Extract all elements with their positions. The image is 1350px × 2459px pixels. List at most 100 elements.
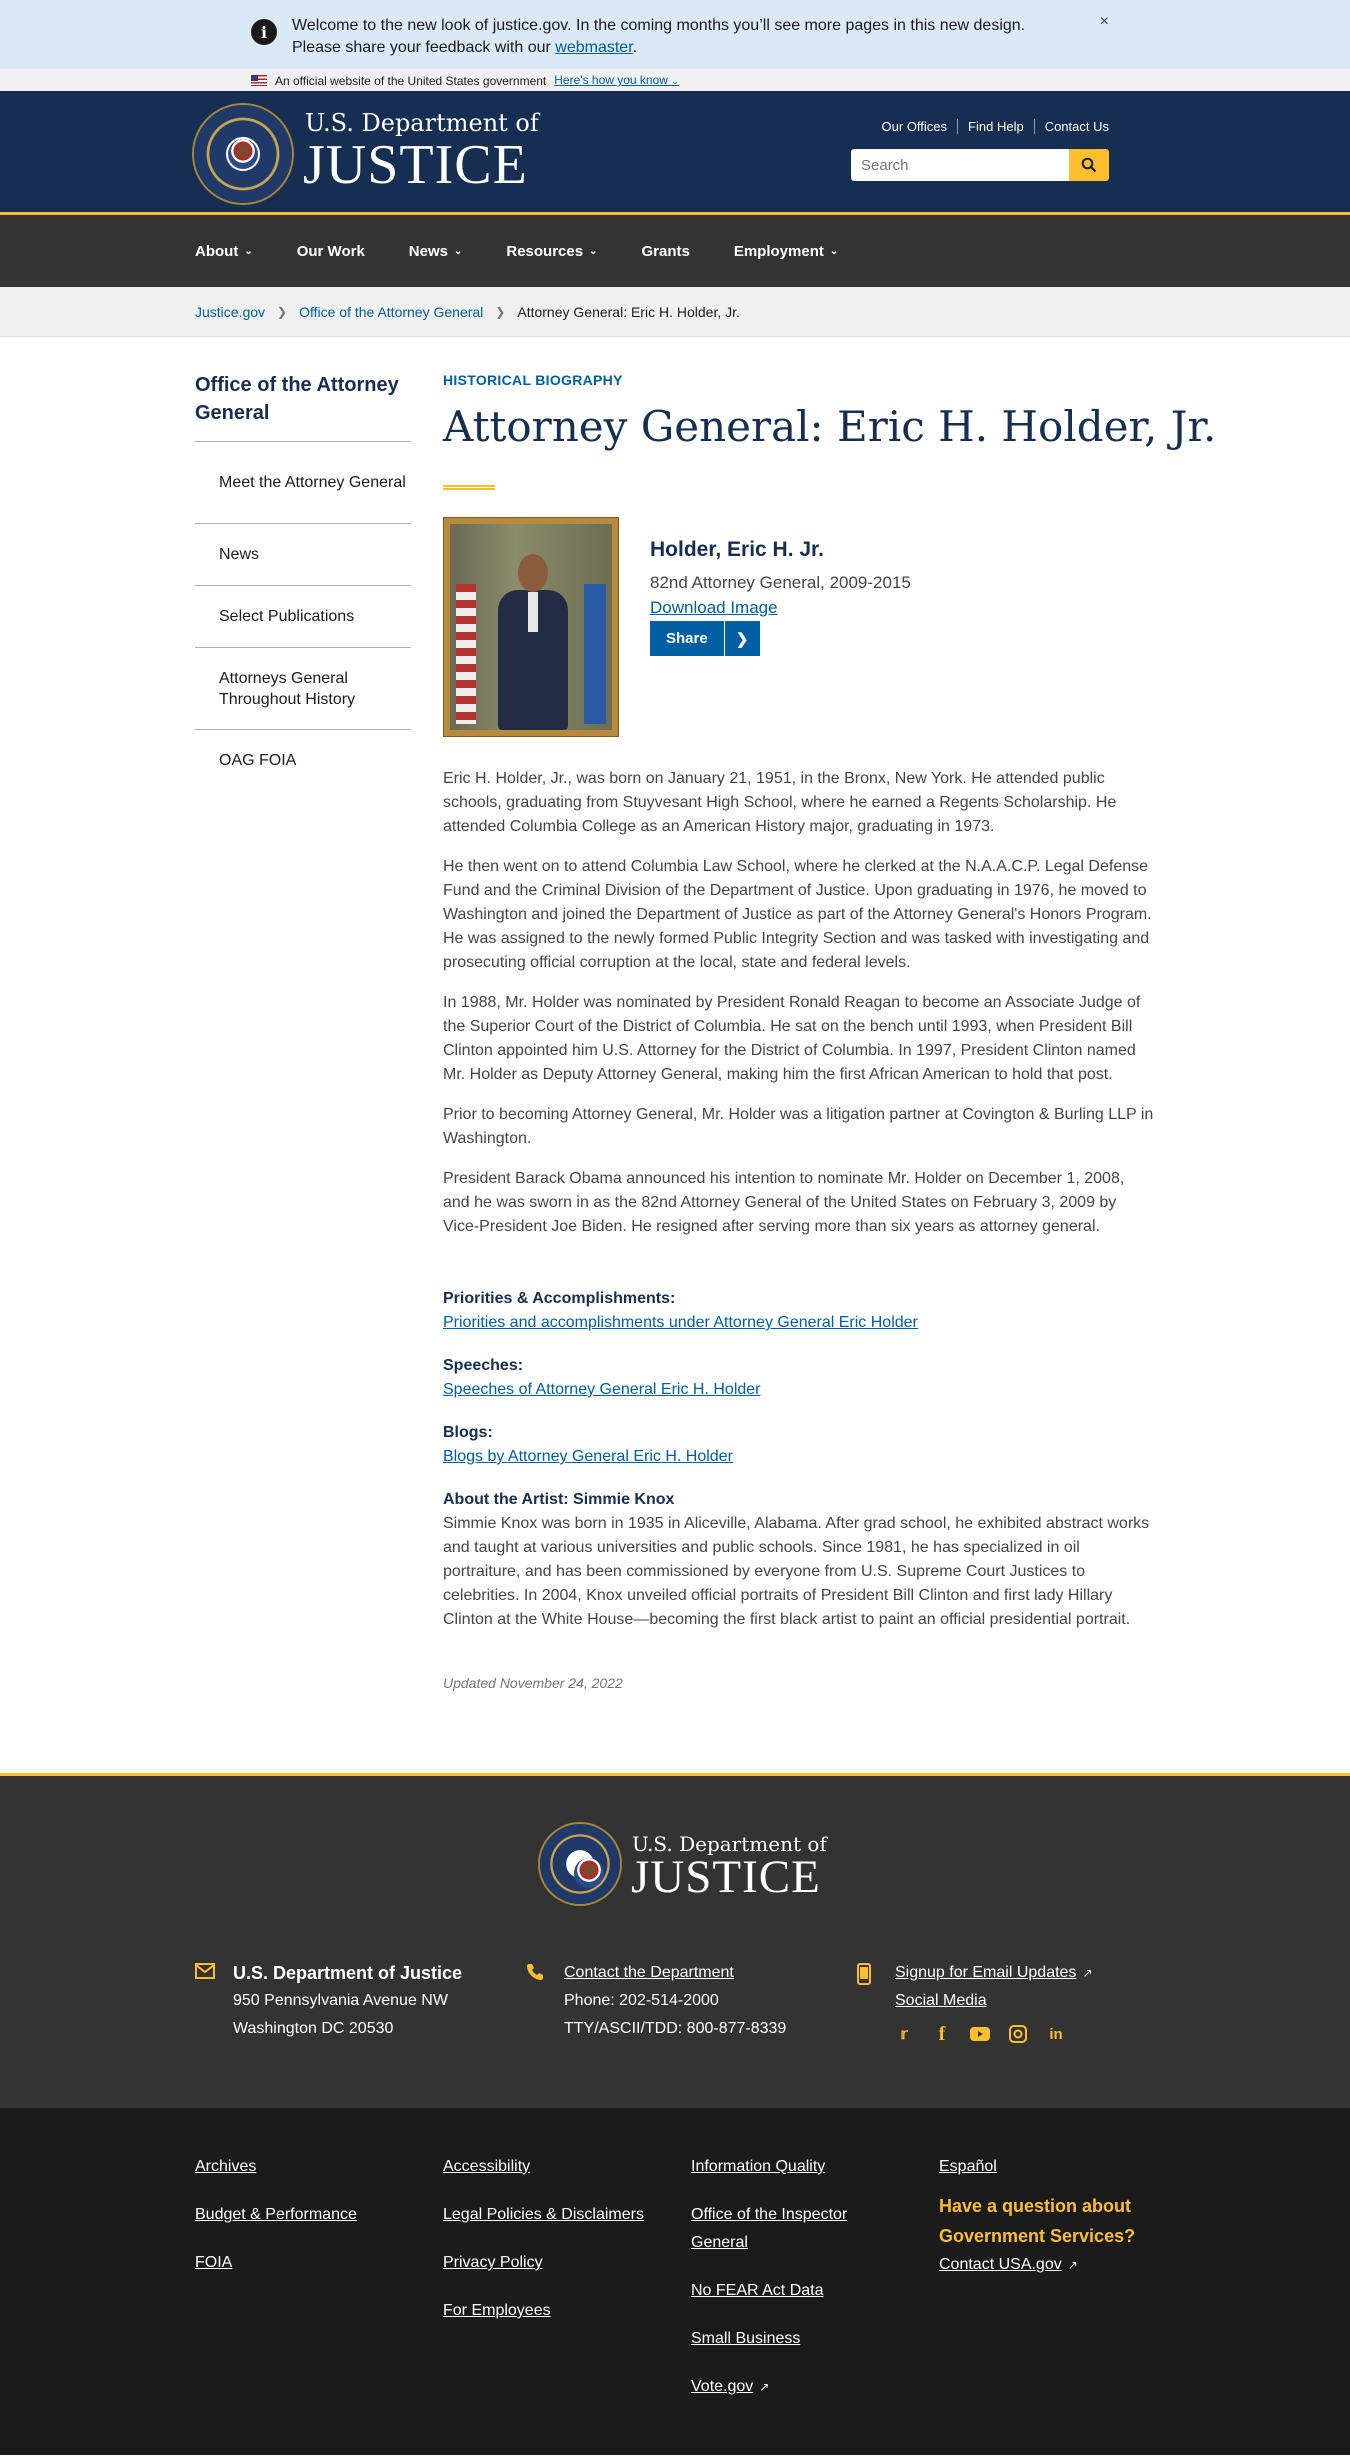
mail-icon <box>195 1963 215 1979</box>
util-link-offices[interactable]: Our Offices <box>872 119 958 134</box>
footer-link[interactable]: Information Quality <box>691 2153 891 2181</box>
alert-text: Welcome to the new look of justice.gov. … <box>292 17 1026 56</box>
nav-our-work[interactable]: Our Work <box>297 243 365 260</box>
webmaster-link[interactable]: webmaster <box>555 39 632 56</box>
breadcrumb-home[interactable]: Justice.gov <box>195 304 265 320</box>
external-link-icon: ↗ <box>1067 2258 1078 2272</box>
facebook-icon[interactable]: f <box>932 2023 952 2045</box>
footer-links-col3: Information Quality Office of the Inspec… <box>691 2153 891 2401</box>
twitter-icon[interactable]: 𝕣 <box>894 2024 914 2044</box>
how-you-know-link[interactable]: Here's how you know ⌄ <box>554 69 679 92</box>
site-alert: i Welcome to the new look of justice.gov… <box>0 0 1350 69</box>
footer-link[interactable]: Legal Policies & Disclaimers <box>443 2201 663 2229</box>
chevron-down-icon: ⌄ <box>244 245 253 257</box>
nav-employment[interactable]: Employment ⌄ <box>734 243 838 260</box>
chevron-down-icon: ⌄ <box>829 245 839 257</box>
chevron-down-icon: ⌄ <box>589 245 598 257</box>
info-icon: i <box>251 19 277 45</box>
doj-seal-logo[interactable] <box>194 105 292 203</box>
social-media-link[interactable]: Social Media <box>895 1987 1093 2015</box>
nav-grants[interactable]: Grants <box>641 243 689 260</box>
footer-link[interactable]: Office of the Inspector General <box>691 2201 871 2257</box>
sidebar-item-history[interactable]: Attorneys General Throughout History <box>195 648 411 730</box>
espanol-link[interactable]: Español <box>939 2153 1159 2181</box>
footer-links-col1: Archives Budget & Performance FOIA <box>195 2153 415 2297</box>
utility-links: Our Offices Find Help Contact Us <box>872 119 1109 134</box>
card-name: Holder, Eric H. Jr. <box>650 538 824 561</box>
bio-paragraph: President Barack Obama announced his int… <box>443 1170 1125 1235</box>
email-updates-link[interactable]: Signup for Email Updates <box>895 1964 1076 1981</box>
main-nav: About ⌄ Our Work News ⌄ Resources ⌄ Grants … <box>0 215 1350 287</box>
footer-link[interactable]: Budget & Performance <box>195 2201 415 2229</box>
bio-paragraph: He then went on to attend Columbia Law S… <box>443 858 1152 971</box>
util-link-help[interactable]: Find Help <box>957 119 1034 134</box>
footer-links: Archives Budget & Performance FOIA Acces… <box>0 2108 1350 2455</box>
sidebar-item-meet[interactable]: Meet the Attorney General <box>195 442 411 524</box>
biography-text: Eric H. Holder, Jr., was born on January… <box>443 767 1155 1255</box>
nav-about[interactable]: About ⌄ <box>195 243 253 260</box>
footer-link[interactable]: For Employees <box>443 2297 663 2325</box>
external-link-icon: ↗ <box>1082 1966 1093 1980</box>
external-link-icon: ↗ <box>759 2380 770 2394</box>
page-title: Attorney General: Eric H. Holder, Jr. <box>443 402 1217 451</box>
breadcrumb-oag[interactable]: Office of the Attorney General <box>299 304 483 320</box>
speeches-section: Speeches: Speeches of Attorney General E… <box>443 1357 761 1398</box>
nav-news[interactable]: News ⌄ <box>409 243 463 260</box>
chevron-right-icon: ❯ <box>735 630 749 648</box>
usa-gov-question: Have a question about Government Service… <box>939 2196 1136 2246</box>
sidebar-item-publications[interactable]: Select Publications <box>195 586 411 648</box>
footer-links-col2: Accessibility Legal Policies & Disclaime… <box>443 2153 663 2345</box>
search-button[interactable] <box>1069 149 1109 181</box>
chevron-right-icon: ❯ <box>277 305 288 319</box>
breadcrumb: Justice.gov ❯ Office of the Attorney Gen… <box>0 287 1350 337</box>
speeches-link[interactable]: Speeches of Attorney General Eric H. Hol… <box>443 1381 761 1398</box>
main-content: Office of the Attorney General Meet the … <box>0 337 1350 1773</box>
sidebar-item-news[interactable]: News <box>195 524 411 586</box>
bio-paragraph: In 1988, Mr. Holder was nominated by Pre… <box>443 994 1141 1083</box>
breadcrumb-current: Attorney General: Eric H. Holder, Jr. <box>517 304 740 320</box>
footer-logo-main[interactable]: JUSTICE <box>631 1850 821 1904</box>
blogs-link[interactable]: Blogs by Attorney General Eric H. Holder <box>443 1448 733 1465</box>
footer-link[interactable]: FOIA <box>195 2249 415 2277</box>
gov-banner-text: An official website of the United States… <box>275 73 547 88</box>
logo-main-text[interactable]: JUSTICE <box>303 133 528 197</box>
site-header: U.S. Department of JUSTICE Our Offices F… <box>0 91 1350 215</box>
footer-seal-logo[interactable] <box>540 1824 620 1904</box>
contact-usa-gov-link[interactable]: Contact USA.gov <box>939 2251 1062 2279</box>
footer-link[interactable]: Vote.gov <box>691 2373 753 2401</box>
linkedin-icon[interactable]: in <box>1046 2024 1066 2044</box>
sidebar-item-foia[interactable]: OAG FOIA <box>195 730 411 790</box>
youtube-icon[interactable] <box>970 2024 990 2044</box>
instagram-icon[interactable] <box>1008 2024 1028 2044</box>
updated-date: Updated November 24, 2022 <box>443 1675 623 1691</box>
search-icon <box>1081 157 1097 173</box>
util-link-contact[interactable]: Contact Us <box>1033 119 1109 134</box>
close-icon[interactable]: × <box>1100 13 1109 31</box>
priorities-link[interactable]: Priorities and accomplishments under Att… <box>443 1314 918 1331</box>
artist-section: About the Artist: Simmie Knox Simmie Kno… <box>443 1488 1155 1632</box>
footer-link[interactable]: Privacy Policy <box>443 2249 663 2277</box>
bio-paragraph: Eric H. Holder, Jr., was born on January… <box>443 770 1117 835</box>
footer-link[interactable]: Archives <box>195 2153 415 2181</box>
nav-resources[interactable]: Resources ⌄ <box>506 243 597 260</box>
portrait-image <box>443 517 619 737</box>
chevron-down-icon: ⌄ <box>453 245 463 257</box>
phone-icon <box>527 1964 543 1980</box>
download-image-link[interactable]: Download Image <box>650 598 778 618</box>
title-divider <box>443 485 495 490</box>
artist-bio: Simmie Knox was born in 1935 in Alicevil… <box>443 1515 1150 1628</box>
share-button[interactable]: Share ❯ <box>650 621 760 656</box>
site-footer: U.S. Department of JUSTICE U.S. Departme… <box>0 1773 1350 2108</box>
sidebar-title[interactable]: Office of the Attorney General <box>195 371 410 427</box>
search-input[interactable] <box>851 149 1069 181</box>
social-icons: 𝕣 f in <box>894 2023 1066 2045</box>
us-flag-icon <box>251 75 267 86</box>
card-subtitle: 82nd Attorney General, 2009-2015 <box>650 573 911 592</box>
footer-link[interactable]: Accessibility <box>443 2153 663 2181</box>
contact-department-link[interactable]: Contact the Department <box>564 1959 786 1987</box>
footer-address-title: U.S. Department of Justice <box>233 1963 463 1983</box>
footer-link[interactable]: No FEAR Act Data <box>691 2277 891 2305</box>
eyebrow-label: HISTORICAL BIOGRAPHY <box>443 372 623 388</box>
footer-link[interactable]: Small Business <box>691 2325 891 2353</box>
bio-paragraph: Prior to becoming Attorney General, Mr. … <box>443 1106 1154 1147</box>
